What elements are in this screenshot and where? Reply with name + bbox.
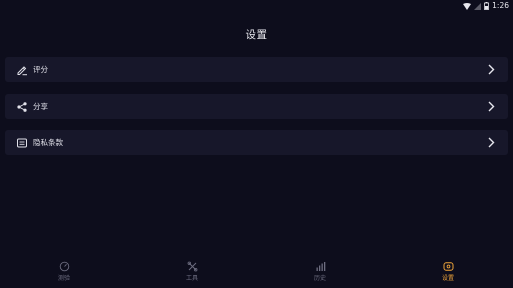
- tab-label: 测验: [57, 275, 70, 282]
- privacy-document-icon: [16, 137, 28, 149]
- wifi-icon: [463, 2, 472, 10]
- tab-settings[interactable]: 设置: [418, 260, 478, 282]
- edit-pen-icon: [16, 64, 28, 76]
- bar-chart-icon: [314, 260, 326, 272]
- chevron-right-icon: [488, 64, 495, 75]
- status-icons: 1:26: [463, 1, 509, 11]
- tab-history[interactable]: 历史: [290, 260, 350, 282]
- menu-item-rating[interactable]: 评分: [5, 57, 508, 82]
- chevron-right-icon: [488, 101, 495, 112]
- menu-item-label: 隐私条款: [33, 138, 63, 147]
- share-icon: [16, 101, 28, 113]
- settings-icon: [442, 260, 454, 272]
- tab-quiz[interactable]: 测验: [34, 260, 94, 282]
- menu-item-share[interactable]: 分享: [5, 94, 508, 119]
- menu-item-label: 分享: [33, 102, 48, 111]
- tools-icon: [186, 260, 198, 272]
- battery-icon: [484, 2, 490, 10]
- signal-icon: [474, 2, 482, 10]
- menu-item-label: 评分: [33, 65, 48, 74]
- gauge-icon: [58, 260, 70, 272]
- status-bar: 1:26: [0, 0, 513, 12]
- status-time: 1:26: [492, 1, 509, 10]
- tab-label: 历史: [313, 275, 326, 282]
- tab-tools[interactable]: 工具: [162, 260, 222, 282]
- tab-label: 设置: [441, 275, 454, 282]
- page-title: 设置: [245, 29, 268, 41]
- bottom-tab-bar: 测验 工具 历史 设置: [0, 258, 513, 288]
- menu-item-privacy[interactable]: 隐私条款: [5, 130, 508, 155]
- chevron-right-icon: [488, 137, 495, 148]
- tab-label: 工具: [185, 275, 198, 282]
